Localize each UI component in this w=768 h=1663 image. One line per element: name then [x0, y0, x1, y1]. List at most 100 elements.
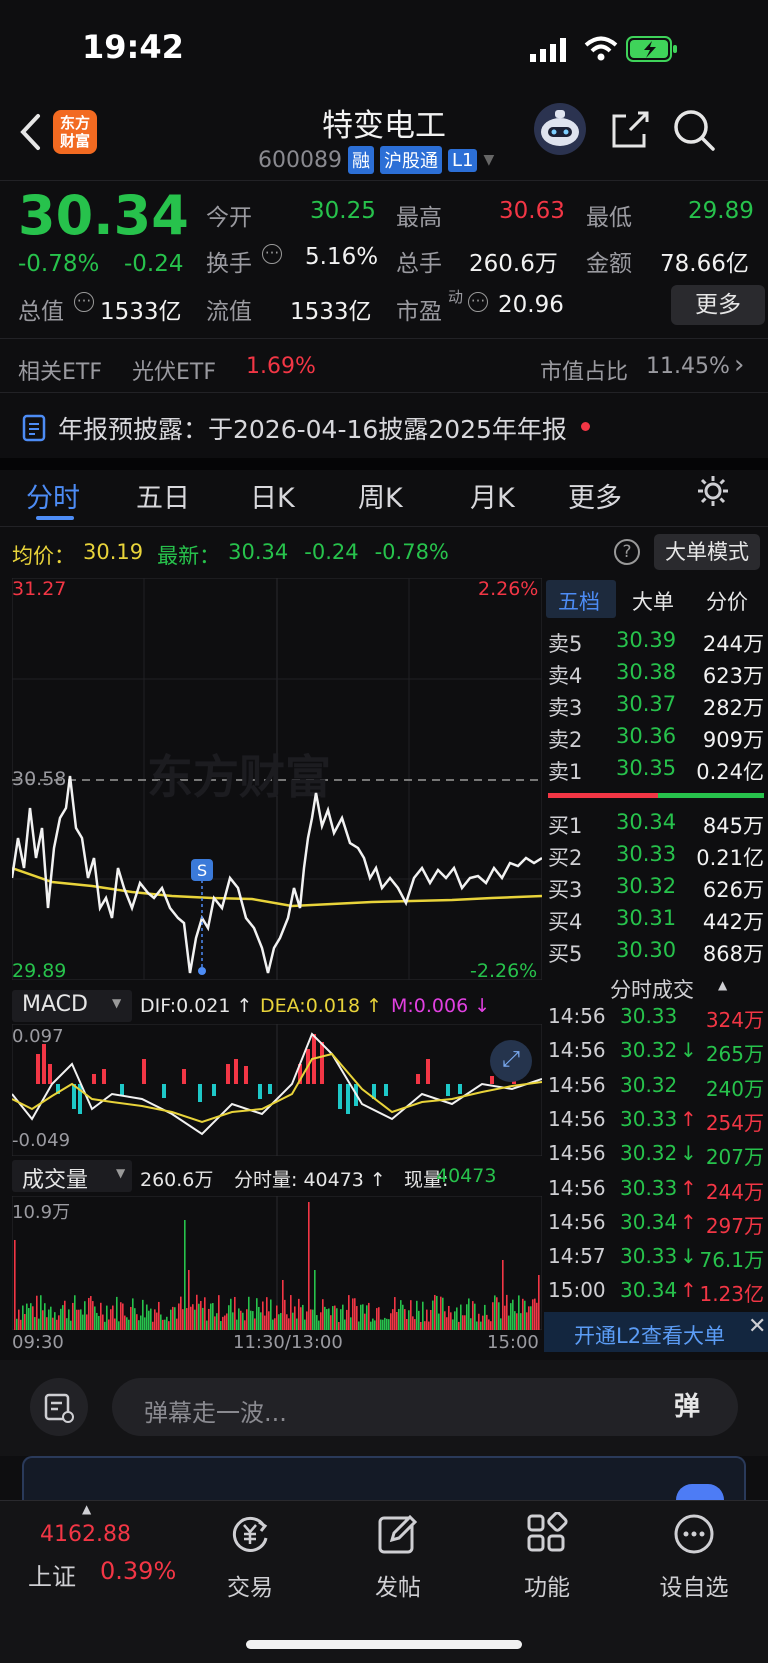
more-button[interactable]: 更多 — [671, 285, 765, 325]
volume-bar — [188, 1270, 190, 1330]
tab-five-levels[interactable]: 五档 — [546, 580, 616, 618]
caret-down-icon[interactable]: ▼ — [483, 152, 494, 168]
volume-bar — [362, 1304, 364, 1330]
danmu-input[interactable]: 弹幕走一波... 弹 — [112, 1378, 738, 1436]
volume-bar — [344, 1319, 346, 1330]
index-pct[interactable]: 0.39% — [100, 1557, 176, 1585]
danmu-send-button[interactable]: 弹 — [652, 1386, 722, 1428]
tab-five-day[interactable]: 五日 — [136, 476, 190, 515]
volume-bar — [248, 1296, 250, 1330]
tab-price-dist[interactable]: 分价 — [706, 586, 748, 616]
low-label: 最低 — [586, 205, 632, 231]
notice-text[interactable]: 年报预披露：于2026-04-16披露2025年年报 — [58, 410, 567, 446]
macd-selector[interactable]: MACD ▼ — [12, 990, 132, 1022]
tab-big-order[interactable]: 大单 — [632, 586, 674, 616]
volume-bar — [228, 1305, 230, 1330]
volume-bar — [134, 1308, 136, 1330]
bid-row[interactable]: 买1 30.34 845万 — [548, 810, 764, 840]
sell-marker-label: S — [197, 861, 207, 880]
nav-trade[interactable]: 交易 — [195, 1500, 305, 1602]
chevron-right-icon[interactable]: › — [734, 350, 744, 380]
tab-fenshi[interactable]: 分时 — [26, 476, 80, 515]
volume-bar — [126, 1317, 128, 1330]
volume-bar — [152, 1321, 154, 1330]
volume-bar — [18, 1309, 20, 1330]
volume-bar — [308, 1202, 310, 1330]
danmu-settings-button[interactable] — [30, 1378, 88, 1436]
l2-banner[interactable]: 开通L2查看大单 ✕ — [544, 1312, 768, 1352]
promo-icon[interactable] — [676, 1484, 724, 1500]
info-dots-icon[interactable]: ··· — [74, 292, 94, 312]
etf-name[interactable]: 光伏ETF — [132, 354, 216, 386]
volume-selector[interactable]: 成交量 ▼ — [12, 1160, 132, 1193]
bid-row[interactable]: 买4 30.31 442万 — [548, 906, 764, 936]
bid-row[interactable]: 买5 30.30 868万 — [548, 938, 764, 968]
help-icon[interactable]: ? — [614, 539, 640, 565]
volume-bar — [460, 1304, 462, 1330]
volume-bar — [66, 1318, 68, 1330]
volume-bar — [480, 1321, 482, 1330]
more-circle-icon — [674, 1514, 714, 1554]
volume-bar — [342, 1304, 344, 1330]
ask-row[interactable]: 卖4 30.38 623万 — [548, 660, 764, 690]
bid-row[interactable]: 买2 30.33 0.21亿 — [548, 842, 764, 872]
latest-label: 最新： — [157, 544, 221, 568]
tab-day-k[interactable]: 日K — [250, 476, 295, 515]
volume-bar — [262, 1301, 264, 1330]
volume-bar — [238, 1308, 240, 1330]
volume-bar — [310, 1309, 312, 1330]
volume-bar — [250, 1310, 252, 1330]
volume-chart[interactable] — [12, 1196, 542, 1330]
macd-dea: DEA:0.018 ↑ — [260, 995, 383, 1017]
volume-bar — [524, 1300, 526, 1330]
volume-bar — [352, 1298, 354, 1330]
ask-row[interactable]: 卖2 30.36 909万 — [548, 724, 764, 754]
ask-row[interactable]: 卖3 30.37 282万 — [548, 692, 764, 722]
info-dots-icon[interactable]: ··· — [468, 292, 488, 312]
tab-week-k[interactable]: 周K — [358, 476, 403, 515]
ask-row[interactable]: 卖5 30.39 244万 — [548, 628, 764, 658]
avg-bar: 均价： 30.19 最新： 30.34 -0.24 -0.78% — [12, 540, 449, 570]
ask-row[interactable]: 卖1 30.35 0.24亿 — [548, 756, 764, 786]
volume-bar — [176, 1318, 178, 1330]
l2-banner-text: 开通L2查看大单 — [574, 1324, 726, 1348]
macd-chart[interactable] — [12, 1024, 542, 1156]
trade-price: 30.33 — [620, 1175, 678, 1200]
avg-value: 30.19 — [83, 540, 144, 564]
trades-title[interactable]: 分时成交 — [610, 974, 694, 1004]
tab-month-k[interactable]: 月K — [470, 476, 515, 515]
nav-add-watchlist[interactable]: 设自选 — [639, 1500, 749, 1602]
volume-label: 总手 — [396, 251, 442, 277]
volume-bar — [230, 1298, 232, 1330]
bid-row[interactable]: 买3 30.32 626万 — [548, 874, 764, 904]
trade-volume: 1.23亿 — [699, 1282, 764, 1307]
volume-bar — [42, 1310, 44, 1330]
intraday-chart[interactable]: 东方财富 S — [12, 578, 542, 980]
big-order-mode-button[interactable]: 大单模式 — [654, 534, 760, 570]
promo-card[interactable] — [22, 1456, 746, 1500]
info-dots-icon[interactable]: ··· — [262, 244, 282, 264]
volume-bar — [502, 1260, 504, 1330]
volume-bar — [320, 1312, 322, 1330]
tab-more[interactable]: 更多 — [568, 476, 622, 515]
ask-volume: 909万 — [702, 728, 764, 752]
axis-bottom-pct: -2.26% — [470, 960, 538, 982]
volume-bar — [96, 1312, 98, 1330]
ask-price: 30.37 — [616, 692, 677, 716]
gear-icon[interactable] — [696, 474, 730, 508]
turnover-value: 5.16% — [305, 244, 379, 270]
nav-post[interactable]: 发帖 — [343, 1500, 453, 1602]
index-value[interactable]: 4162.88 — [40, 1522, 131, 1547]
index-name[interactable]: 上证 — [28, 1557, 76, 1592]
ask-label: 卖4 — [548, 664, 583, 688]
volume-bar — [492, 1302, 494, 1330]
danmu-settings-icon — [44, 1393, 74, 1423]
trade-price: 30.34 — [620, 1278, 678, 1303]
nav-functions[interactable]: 功能 — [492, 1500, 602, 1602]
expand-icon[interactable]: ⤢ — [490, 1040, 532, 1082]
share-label: 市值占比 — [540, 360, 629, 385]
close-icon[interactable]: ✕ — [748, 1314, 766, 1339]
volume-bar — [112, 1305, 114, 1330]
volume-bar — [146, 1304, 148, 1330]
share-value: 11.45% — [646, 354, 730, 379]
